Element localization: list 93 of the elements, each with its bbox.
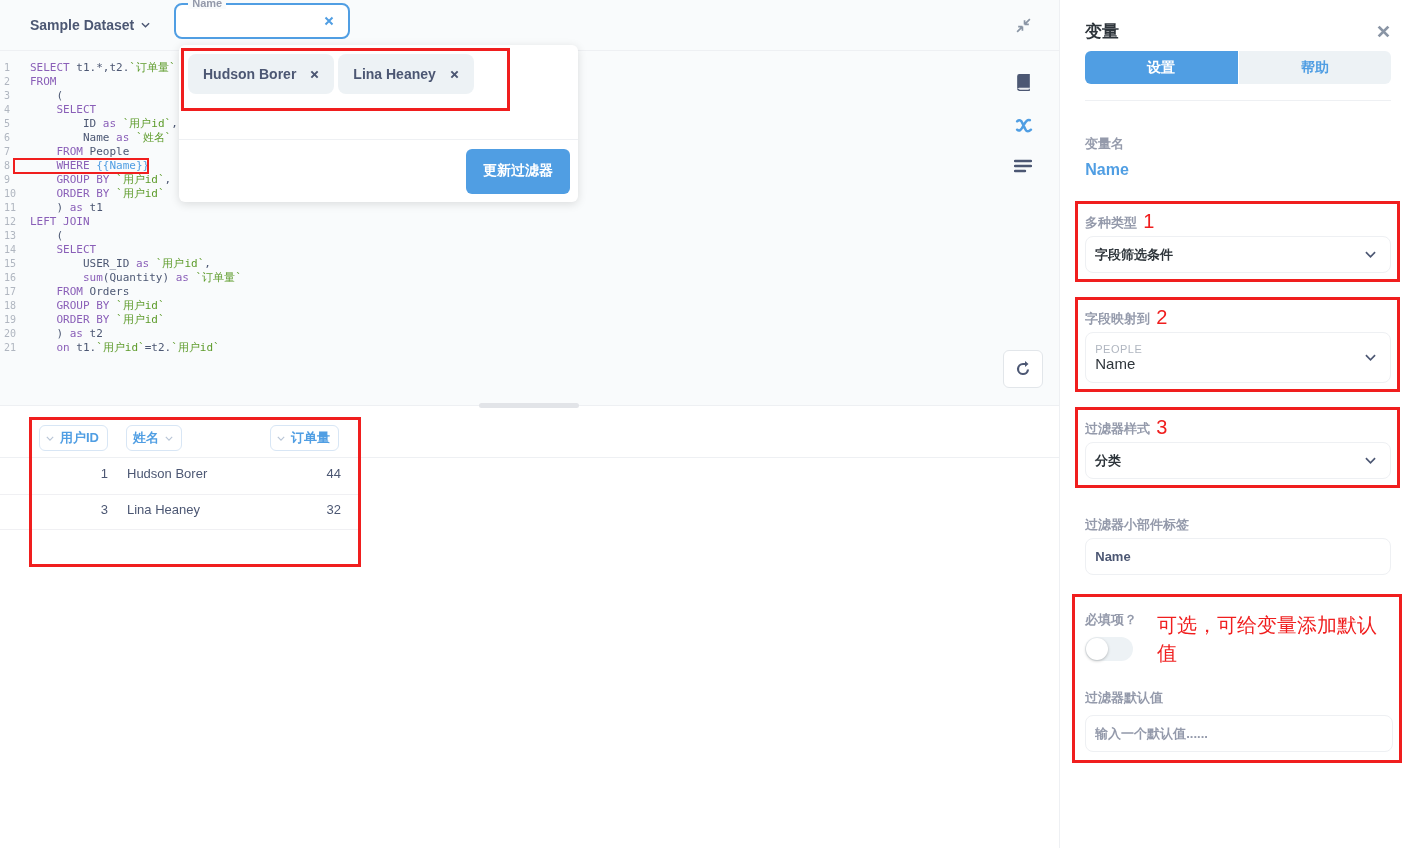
field-label: 过滤器默认值 (1085, 689, 1165, 707)
line-number: 16 (3, 271, 18, 285)
line-number: 1 (3, 61, 12, 75)
refresh-button[interactable] (1003, 350, 1044, 388)
value-chip[interactable]: Hudson Borer (188, 54, 335, 94)
close-icon[interactable] (449, 69, 459, 79)
table-cell-text: 44 (325, 465, 341, 483)
resize-handle[interactable] (479, 403, 579, 408)
field-label: 变量名 (1085, 135, 1126, 153)
table-cell-text: Hudson Borer (126, 465, 209, 483)
chevron-down-icon (277, 435, 285, 441)
line-number: 20 (3, 327, 18, 341)
code-line: WHERE {{Name}} (55, 159, 150, 173)
select-field[interactable]: 字段筛选条件 (1085, 236, 1391, 273)
table-cell-text: 1 (99, 465, 108, 483)
line-number: 18 (3, 299, 18, 313)
code-line: GROUP BY `用户id`, (55, 173, 172, 187)
variable-name: Name (1085, 161, 1130, 179)
close-icon[interactable] (310, 69, 320, 79)
field-label: 必填项？ (1085, 611, 1138, 629)
dataset-selector[interactable]: Sample Dataset (30, 17, 151, 33)
line-number: 6 (3, 131, 12, 145)
code-line: on t1.`用户id`=t2.`用户id` (55, 341, 220, 355)
annotation-note: 可选，可给变量添加默认值 (1157, 613, 1379, 666)
line-number: 14 (3, 243, 18, 257)
panel-title: 变量 (1085, 21, 1120, 43)
table-name: PEOPLE (1095, 343, 1143, 355)
variable-icon[interactable] (1013, 117, 1033, 134)
line-number: 19 (3, 313, 18, 327)
code-line: FROM (30, 75, 57, 89)
field-label: 过滤器小部件标签 (1085, 516, 1190, 534)
annotation-number: 3 (1156, 416, 1168, 438)
code-line: Name as `姓名` (81, 131, 172, 145)
line-number: 10 (3, 187, 18, 201)
field-label: 多种类型 (1085, 214, 1138, 232)
line-number: 4 (3, 103, 12, 117)
line-number: 2 (3, 75, 12, 89)
chevron-down-icon (46, 435, 54, 441)
value-chip[interactable]: Lina Heaney (338, 54, 474, 94)
line-number: 15 (3, 257, 18, 271)
select-value: 分类 (1095, 451, 1122, 470)
line-number: 5 (3, 117, 12, 131)
chevron-down-icon (1365, 251, 1376, 258)
chevron-down-icon (165, 435, 173, 441)
select-value: 字段筛选条件 (1095, 245, 1174, 264)
code-line: SELECT t1.*,t2.`订单量` (30, 61, 176, 75)
code-line: ORDER BY `用户id` (55, 187, 165, 201)
code-line: SELECT (55, 243, 97, 257)
line-number: 8 (3, 159, 12, 173)
select-field[interactable]: 分类 (1085, 442, 1391, 479)
annotation-number: 1 (1143, 210, 1155, 232)
code-line: FROM Orders (55, 285, 130, 299)
field-label: 字段映射到 (1085, 310, 1151, 328)
chevron-down-icon (141, 22, 151, 28)
collapse-icon[interactable] (1015, 16, 1033, 34)
code-line: FROM People (55, 145, 130, 159)
line-number: 17 (3, 285, 18, 299)
field-label: 过滤器样式 (1085, 420, 1151, 438)
toggle-switch[interactable] (1085, 637, 1134, 661)
line-number: 12 (3, 215, 18, 229)
code-line: GROUP BY `用户id` (55, 299, 165, 313)
code-line: ID as `用户id`, (81, 117, 178, 131)
line-number: 7 (3, 145, 12, 159)
code-line: sum(Quantity) as `订单量` (81, 271, 242, 285)
close-icon[interactable] (324, 16, 335, 26)
line-number: 3 (3, 89, 12, 103)
book-icon[interactable] (1014, 73, 1032, 92)
line-number: 11 (3, 201, 18, 215)
table-cell-text: 32 (325, 501, 341, 519)
code-line: ORDER BY `用户id` (55, 313, 165, 327)
code-line: SELECT (55, 103, 97, 117)
table-cell-text: 3 (99, 501, 108, 519)
chevron-down-icon (1365, 457, 1376, 464)
code-line: ) as t2 (55, 327, 103, 341)
code-line: ( (55, 89, 64, 103)
code-line: ) as t1 (55, 201, 103, 215)
code-line: ( (55, 229, 64, 243)
select-field[interactable]: PEOPLE Name (1085, 332, 1391, 383)
code-line: USER_ID as `用户id`, (81, 257, 211, 271)
snippet-icon[interactable] (1014, 159, 1033, 173)
annotation-number: 2 (1156, 306, 1168, 328)
select-value: Name (1095, 355, 1137, 372)
chevron-down-icon (1365, 354, 1376, 361)
input-field[interactable]: Name (1085, 538, 1391, 575)
code-line: LEFT JOIN (30, 215, 90, 229)
refresh-icon (1015, 361, 1032, 377)
close-icon[interactable] (1377, 25, 1390, 38)
line-number: 21 (3, 341, 18, 355)
input-field[interactable]: 输入一个默认值...... (1085, 715, 1393, 752)
filter-widget-label: Name (188, 0, 227, 9)
line-number: 9 (3, 173, 12, 187)
line-number: 13 (3, 229, 18, 243)
table-cell-text: Lina Heaney (126, 501, 201, 519)
